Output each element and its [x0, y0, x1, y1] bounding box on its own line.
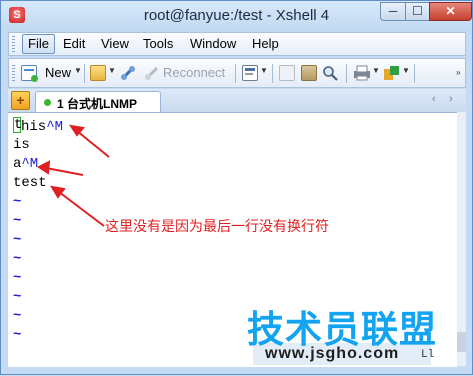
- annotation-arrow: [58, 191, 105, 227]
- annotation-text: 这里没有是因为最后一行没有换行符: [105, 219, 329, 235]
- xshell-window: S root@fanyue:/test - Xshell 4 ─ ☐ ✕ Fil…: [0, 0, 473, 375]
- arrowhead-icon: [37, 160, 51, 175]
- terminal-status-fragment: Ll: [421, 349, 435, 361]
- annotation-arrow: [45, 167, 84, 176]
- watermark-url: www.jsgho.com: [265, 345, 400, 362]
- watermark: 技术员联盟 www.jsgho.com: [247, 299, 447, 369]
- annotation-arrow: [76, 130, 110, 158]
